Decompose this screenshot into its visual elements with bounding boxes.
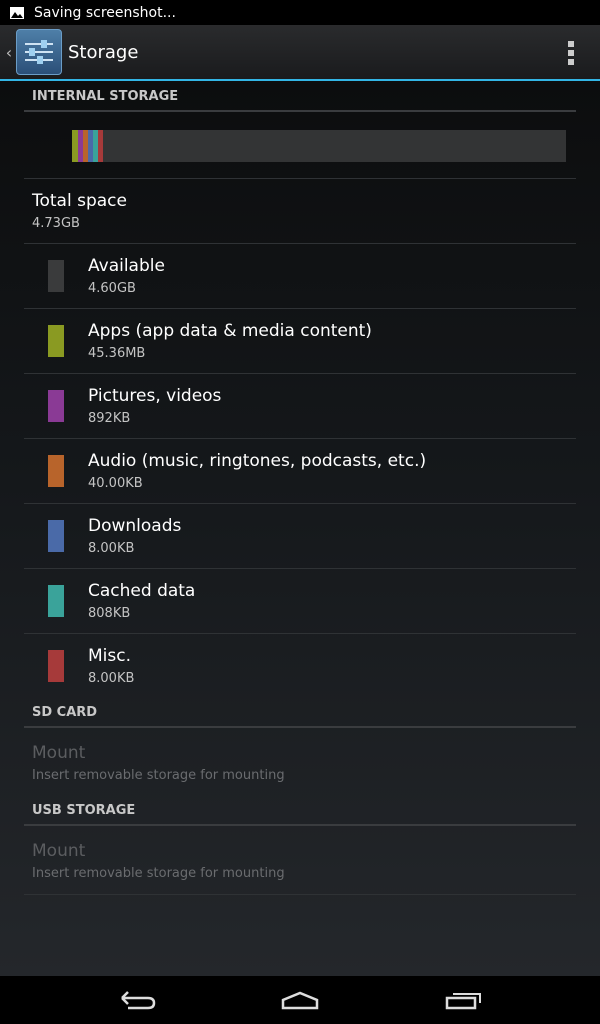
storage-item-label: Available: [88, 256, 165, 276]
storage-item-row[interactable]: Downloads 8.00KB: [24, 504, 576, 568]
navigation-bar: [0, 976, 600, 1024]
overflow-menu-icon[interactable]: [568, 41, 574, 65]
storage-item-label: Apps (app data & media content): [88, 321, 372, 341]
storage-item-row[interactable]: Misc. 8.00KB: [24, 634, 576, 698]
sd-mount-description: Insert removable storage for mounting: [32, 768, 285, 783]
section-header-internal: INTERNAL STORAGE: [24, 89, 576, 112]
divider: [24, 894, 576, 895]
color-swatch: [48, 585, 64, 617]
color-swatch: [48, 650, 64, 682]
storage-item-value: 40.00KB: [88, 476, 143, 491]
image-icon: [10, 6, 24, 19]
page-title: Storage: [68, 41, 139, 63]
color-swatch: [48, 325, 64, 357]
color-swatch: [48, 260, 64, 292]
storage-item-value: 4.60GB: [88, 281, 136, 296]
storage-usage-bar: [72, 130, 566, 162]
storage-item-value: 892KB: [88, 411, 131, 426]
storage-item-value: 8.00KB: [88, 671, 135, 686]
storage-list[interactable]: INTERNAL STORAGE Total space 4.73GB Avai…: [0, 81, 600, 976]
section-header-sd-card: SD CARD: [24, 705, 576, 728]
color-swatch: [48, 520, 64, 552]
storage-item-label: Misc.: [88, 646, 131, 666]
action-bar: ‹ Storage: [0, 25, 600, 81]
settings-sliders-icon: [16, 29, 62, 75]
back-icon[interactable]: [118, 988, 158, 1012]
sd-card-mount-row: Mount Insert removable storage for mount…: [24, 731, 576, 795]
home-up-button[interactable]: ‹: [0, 29, 62, 75]
storage-item-label: Audio (music, ringtones, podcasts, etc.): [88, 451, 427, 471]
storage-item-row[interactable]: Audio (music, ringtones, podcasts, etc.)…: [24, 439, 576, 503]
storage-item-row[interactable]: Cached data 808KB: [24, 569, 576, 633]
storage-item-value: 45.36MB: [88, 346, 146, 361]
section-header-usb-storage: USB STORAGE: [24, 803, 576, 826]
storage-item-row[interactable]: Pictures, videos 892KB: [24, 374, 576, 438]
color-swatch: [48, 390, 64, 422]
storage-item-value: 8.00KB: [88, 541, 135, 556]
storage-item-label: Pictures, videos: [88, 386, 222, 406]
storage-item-value: 808KB: [88, 606, 131, 621]
usb-mount-description: Insert removable storage for mounting: [32, 866, 285, 881]
storage-item-row[interactable]: Available 4.60GB: [24, 244, 576, 308]
usb-storage-mount-row: Mount Insert removable storage for mount…: [24, 829, 576, 893]
home-icon[interactable]: [280, 988, 320, 1012]
sd-mount-label: Mount: [32, 743, 86, 763]
storage-item-label: Downloads: [88, 516, 182, 536]
total-space-label: Total space: [32, 191, 127, 211]
color-swatch: [48, 455, 64, 487]
screen: Saving screenshot... ‹ Storage INTERNAL: [0, 0, 600, 1024]
status-bar: Saving screenshot...: [0, 0, 600, 25]
storage-item-row[interactable]: Apps (app data & media content) 45.36MB: [24, 309, 576, 373]
total-space-row[interactable]: Total space 4.73GB: [24, 179, 576, 243]
usage-segment-misc: [98, 130, 103, 162]
total-space-value: 4.73GB: [32, 216, 80, 231]
notification-text: Saving screenshot...: [34, 4, 176, 21]
storage-item-label: Cached data: [88, 581, 196, 601]
chevron-left-icon: ‹: [5, 42, 13, 62]
usb-mount-label: Mount: [32, 841, 86, 861]
recent-apps-icon[interactable]: [444, 988, 484, 1012]
